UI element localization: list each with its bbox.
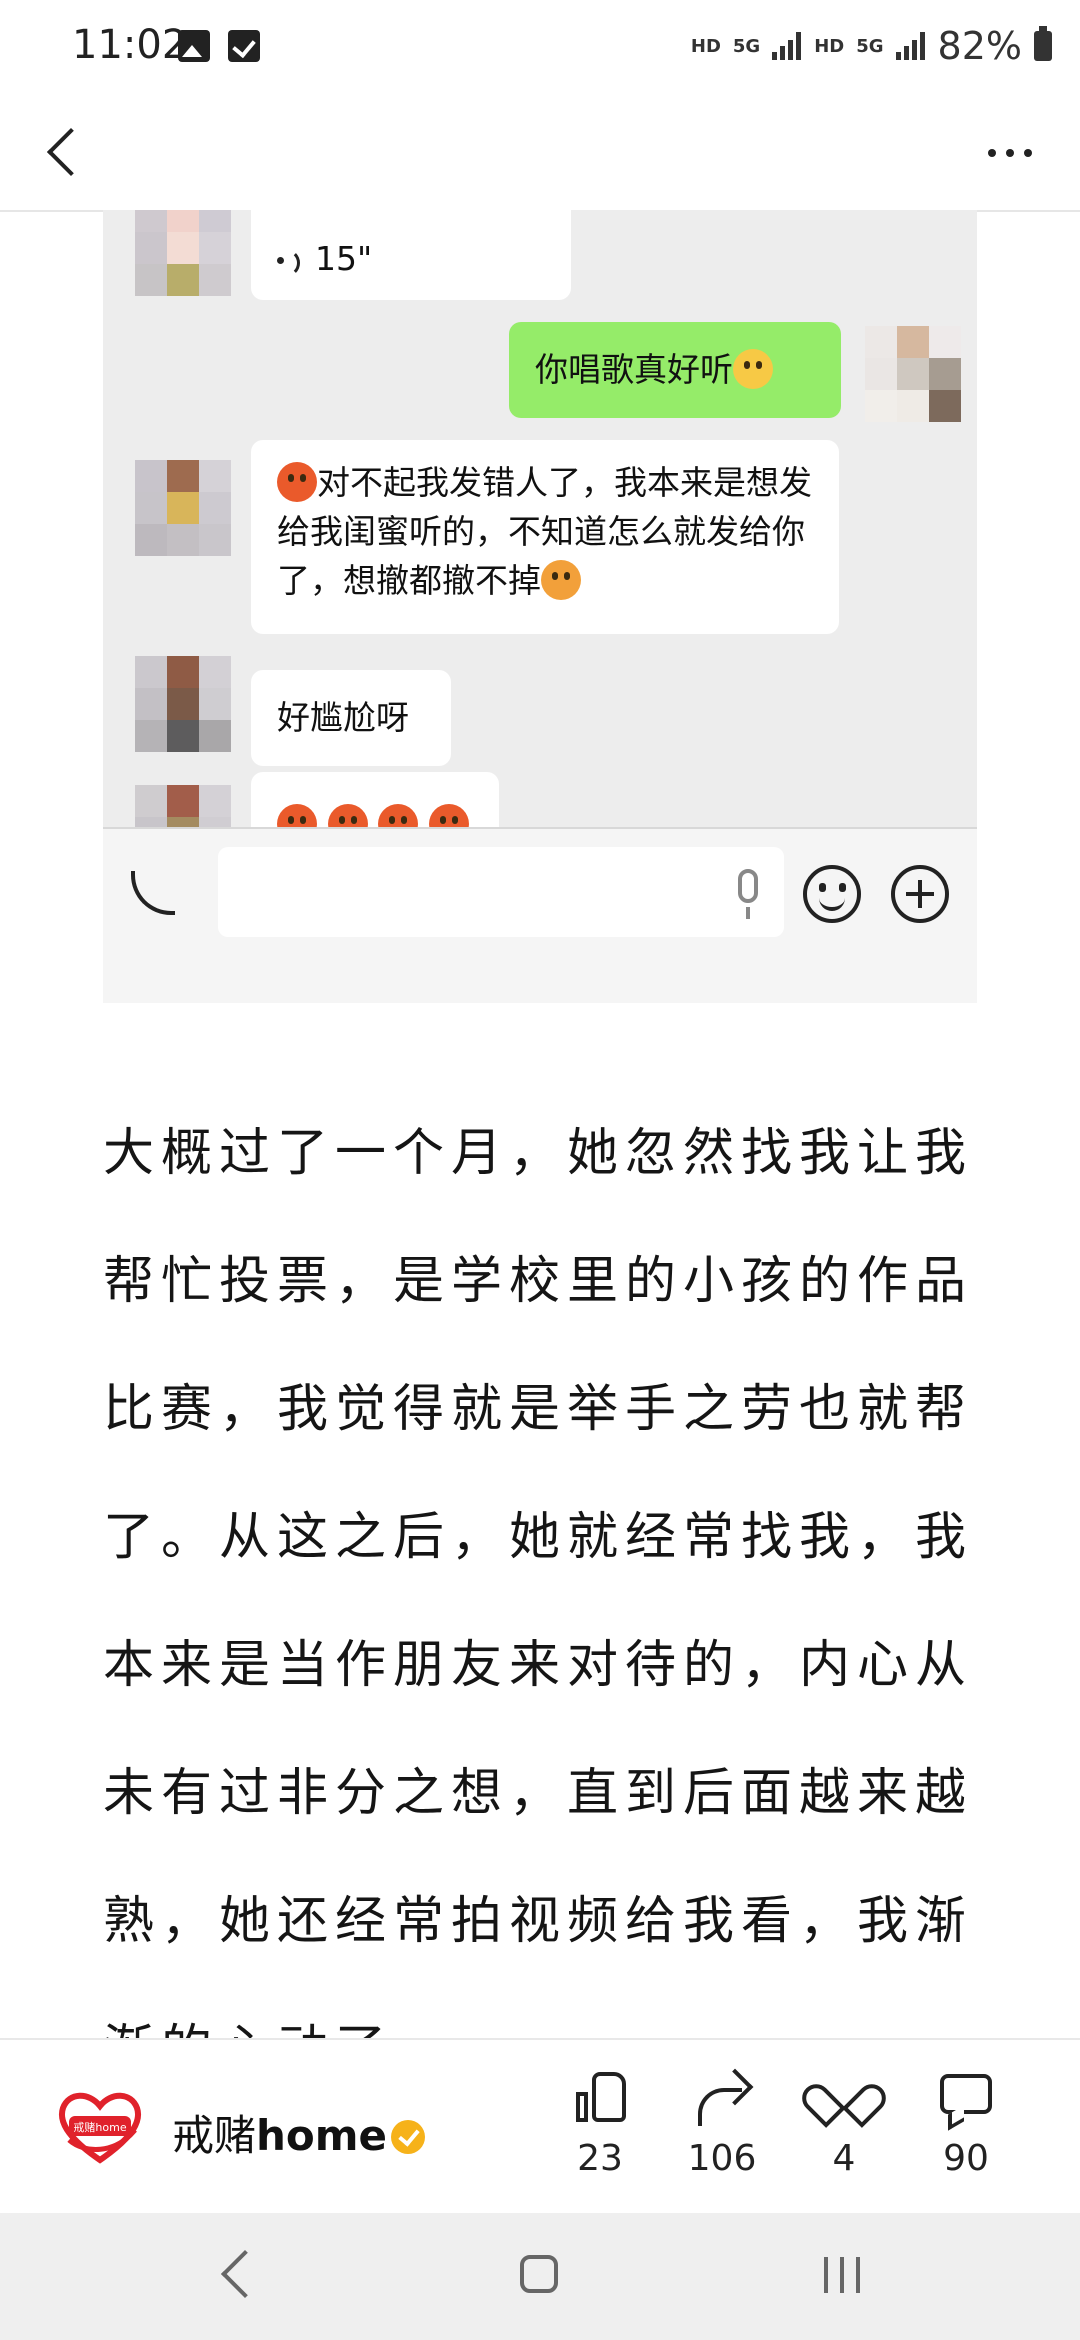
heart-icon: [814, 2068, 874, 2128]
share-count: 106: [687, 2138, 757, 2179]
author-logo[interactable]: 戒赌home: [55, 2088, 145, 2168]
bottom-action-bar: 戒赌home 戒赌home 23 106 4 90: [0, 2038, 1080, 2215]
network-5g-label-2: 5G: [856, 35, 884, 57]
mic-icon[interactable]: [738, 869, 758, 919]
comment-icon: [936, 2068, 996, 2128]
message-bubble[interactable]: 对不起我发错人了，我本来是想发给我闺蜜听的，不知道怎么就发给你了，想撤都撤不掉: [251, 440, 839, 634]
image-icon: [178, 30, 210, 62]
system-home-icon[interactable]: [520, 2255, 558, 2293]
voice-wave-icon: [277, 246, 303, 277]
status-right: HD 5G HD 5G 82%: [691, 24, 1052, 68]
more-dots-icon: [988, 149, 996, 157]
status-time: 11:02: [72, 22, 188, 68]
plus-icon[interactable]: [891, 865, 949, 923]
system-nav-bar: [0, 2213, 1080, 2340]
network-hd-label: HD: [690, 35, 721, 57]
sent-message-text: 你唱歌真好听: [535, 350, 733, 389]
emoji-icon[interactable]: [803, 865, 861, 923]
article-body: 大概过了一个月，她忽然找我让我帮忙投票，是学校里的小孩的作品比赛，我觉得就是举手…: [103, 1090, 983, 2040]
network-5g-label: 5G: [732, 35, 761, 57]
network-hd-label-2: HD: [814, 35, 845, 57]
avatar: [135, 656, 231, 752]
chevron-left-icon: [46, 127, 96, 177]
signal-icon-2: [895, 32, 926, 60]
battery-percent: 82%: [937, 24, 1022, 68]
chat-text-input[interactable]: [218, 847, 784, 937]
sent-message-bubble[interactable]: 你唱歌真好听: [509, 322, 841, 418]
voice-message-bubble[interactable]: 15": [251, 210, 571, 300]
battery-icon: [1034, 26, 1052, 61]
share-icon: [692, 2068, 752, 2128]
favorite-button[interactable]: 4: [784, 2068, 904, 2179]
chat-input-bar: [103, 827, 977, 1003]
grin-emoji-icon: [733, 349, 773, 389]
more-button[interactable]: [980, 133, 1040, 173]
comment-count: 90: [943, 2138, 989, 2179]
share-button[interactable]: 106: [662, 2068, 782, 2179]
crying-emoji-icon: [541, 560, 581, 600]
voice-toggle-icon[interactable]: [131, 871, 175, 915]
favorite-count: 4: [832, 2138, 856, 2179]
chat-screenshot: 15" 你唱歌真好听 对不起我发错人了，我本来是想发给我闺蜜听的，不知道怎么就发…: [103, 210, 977, 1003]
article-paragraph: 大概过了一个月，她忽然找我让我帮忙投票，是学校里的小孩的作品比赛，我觉得就是举手…: [103, 1124, 974, 2040]
system-recents-icon[interactable]: [824, 2257, 862, 2293]
back-button[interactable]: [40, 125, 96, 181]
message-text: 好尴尬呀: [277, 698, 409, 737]
system-back-icon[interactable]: [220, 2249, 270, 2299]
top-nav: [0, 95, 1080, 212]
my-avatar: [865, 326, 961, 422]
status-bar: 11:02 HD 5G HD 5G 82%: [0, 0, 1080, 95]
sweat-emoji-icon: [277, 462, 317, 502]
checkbox-icon: [228, 30, 260, 62]
like-count: 23: [577, 2138, 623, 2179]
author-name-suffix: home: [256, 2111, 388, 2160]
author-logo-text: 戒赌home: [73, 2120, 126, 2134]
voice-duration: 15": [315, 239, 373, 278]
comment-button[interactable]: 90: [906, 2068, 1026, 2179]
thumbs-up-icon: [570, 2068, 630, 2128]
message-bubble[interactable]: 好尴尬呀: [251, 670, 451, 766]
author-name[interactable]: 戒赌home: [172, 2102, 426, 2163]
avatar: [135, 210, 231, 296]
author-name-prefix: 戒赌: [172, 2111, 257, 2160]
signal-icon: [772, 32, 802, 60]
avatar: [135, 460, 231, 556]
verified-badge-icon: [391, 2120, 426, 2154]
like-button[interactable]: 23: [540, 2068, 660, 2179]
